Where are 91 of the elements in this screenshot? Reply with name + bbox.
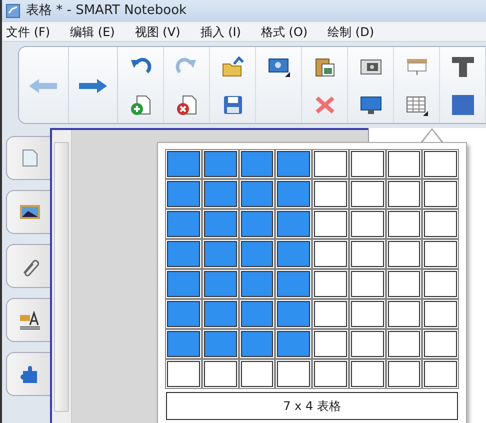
- grid-cell[interactable]: [167, 151, 200, 177]
- grid-cell[interactable]: [314, 331, 347, 357]
- toolbar-icon: [450, 56, 474, 78]
- grid-cell[interactable]: [424, 301, 457, 327]
- grid-cell[interactable]: [388, 301, 420, 327]
- grid-cell[interactable]: [240, 151, 274, 177]
- grid-cell[interactable]: [314, 301, 347, 327]
- grid-cell[interactable]: [277, 241, 310, 267]
- grid-cell[interactable]: [350, 211, 384, 237]
- grid-cell[interactable]: [167, 301, 200, 327]
- grid-cell[interactable]: [167, 331, 200, 357]
- grid-cell[interactable]: [204, 211, 236, 237]
- delete-page-icon: [174, 94, 198, 116]
- grid-cell[interactable]: [277, 181, 310, 207]
- grid-cell[interactable]: [167, 211, 200, 237]
- grid-cell[interactable]: [240, 361, 274, 387]
- grid-cell[interactable]: [350, 241, 384, 267]
- grid-cell[interactable]: [277, 361, 310, 387]
- grid-cell[interactable]: [350, 181, 384, 207]
- grid-cell[interactable]: [350, 151, 384, 177]
- grid-cell[interactable]: [424, 151, 457, 177]
- grid-cell[interactable]: [204, 361, 236, 387]
- grid-cell[interactable]: [167, 241, 200, 267]
- grid-cell[interactable]: [424, 271, 457, 297]
- properties-icon: [18, 309, 42, 331]
- grid-cell[interactable]: [388, 331, 420, 357]
- grid-cell[interactable]: [314, 151, 347, 177]
- grid-cell[interactable]: [240, 211, 274, 237]
- grid-cell[interactable]: [424, 241, 457, 267]
- grid-cell[interactable]: [388, 361, 420, 387]
- grid-cell[interactable]: [388, 211, 420, 237]
- scroll-bar[interactable]: [52, 130, 72, 423]
- monitor-icon: [358, 94, 382, 116]
- grid-cell[interactable]: [204, 181, 236, 207]
- grid-cell[interactable]: [204, 151, 236, 177]
- grid-cell[interactable]: [277, 301, 310, 327]
- grid-cell[interactable]: [167, 271, 200, 297]
- grid-cell[interactable]: [277, 211, 310, 237]
- grid-cell[interactable]: [240, 241, 274, 267]
- grid-cell[interactable]: [240, 271, 274, 297]
- forward-arrow-icon: [78, 78, 108, 94]
- grid-cell[interactable]: [240, 331, 274, 357]
- table-size-label: 7 x 4 表格: [166, 392, 458, 420]
- grid-cell[interactable]: [388, 241, 420, 267]
- attachments-tab[interactable]: [6, 244, 52, 288]
- grid-cell[interactable]: [167, 181, 200, 207]
- grid-cell[interactable]: [240, 181, 274, 207]
- grid-cell[interactable]: [204, 271, 236, 297]
- properties-tab[interactable]: [6, 298, 52, 342]
- table-icon: [404, 94, 428, 116]
- grid-cell[interactable]: [388, 181, 420, 207]
- grid-cell[interactable]: [388, 271, 420, 297]
- grid-cell[interactable]: [350, 331, 384, 357]
- add-ons-tab[interactable]: [6, 352, 52, 396]
- grid-cell[interactable]: [424, 181, 457, 207]
- grid-cell[interactable]: [350, 301, 384, 327]
- app-icon: [6, 4, 20, 18]
- menu-item[interactable]: 绘制 (D): [328, 22, 374, 40]
- open-folder-icon: [220, 56, 244, 78]
- grid-cell[interactable]: [424, 331, 457, 357]
- grid-cell[interactable]: [314, 211, 347, 237]
- grid-cell[interactable]: [277, 271, 310, 297]
- grid-cell[interactable]: [277, 331, 310, 357]
- grid-cell[interactable]: [314, 271, 347, 297]
- grid-cell[interactable]: [314, 241, 347, 267]
- menu-item[interactable]: 插入 (I): [200, 22, 241, 40]
- grid-cell[interactable]: [314, 361, 347, 387]
- menu-item[interactable]: 编辑 (E): [70, 22, 115, 40]
- window-title: 表格 * - SMART Notebook: [26, 2, 187, 20]
- grid-cell[interactable]: [277, 151, 310, 177]
- grid-cell[interactable]: [204, 241, 236, 267]
- gallery-tab[interactable]: [6, 190, 52, 234]
- grid-cell[interactable]: [204, 331, 236, 357]
- grid-cell[interactable]: [350, 361, 384, 387]
- grid-cell[interactable]: [350, 271, 384, 297]
- menu-item[interactable]: 格式 (O): [260, 22, 308, 40]
- grid-cell[interactable]: [424, 361, 457, 387]
- menu-item[interactable]: 文件 (F): [6, 22, 50, 40]
- grid-cell[interactable]: [204, 301, 236, 327]
- paste-icon: [312, 56, 336, 78]
- grid-cell[interactable]: [388, 151, 420, 177]
- page-sorter-tab[interactable]: [6, 136, 52, 180]
- grid-cell[interactable]: [424, 211, 457, 237]
- add-page-icon: [128, 94, 152, 116]
- toolbar-icon: [450, 94, 474, 116]
- menu-item[interactable]: 视图 (V): [134, 22, 180, 40]
- back-arrow-icon: [28, 78, 58, 94]
- grid-cell[interactable]: [240, 301, 274, 327]
- screen-capture-icon: [266, 56, 290, 78]
- grid-cell[interactable]: [314, 181, 347, 207]
- grid-cell[interactable]: [167, 361, 200, 387]
